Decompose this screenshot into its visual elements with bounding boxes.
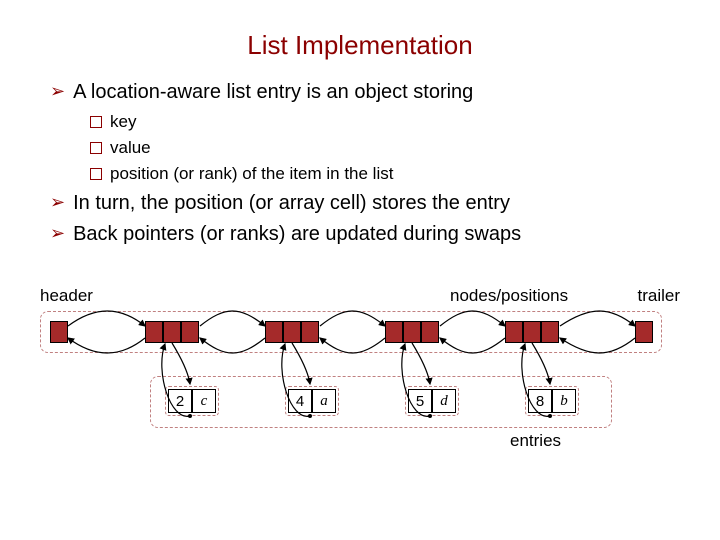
entry-val: b: [552, 389, 576, 413]
arrow-icon: ➢: [50, 81, 65, 102]
node-cell: [505, 321, 523, 343]
nodes-label: nodes/positions: [450, 286, 568, 306]
node-cell: [523, 321, 541, 343]
bullet-list: ➢ A location-aware list entry is an obje…: [50, 81, 680, 246]
entry-box: 8 b: [525, 386, 579, 416]
bullet-item: ➢ A location-aware list entry is an obje…: [50, 81, 680, 104]
entry-val: d: [432, 389, 456, 413]
diagram: header trailer nodes/positions entries 2…: [40, 271, 680, 471]
entry-key: 5: [408, 389, 432, 413]
entries-label: entries: [510, 431, 561, 451]
node-cell: [163, 321, 181, 343]
bullet-item: ➢ In turn, the position (or array cell) …: [50, 192, 680, 215]
square-icon: [90, 142, 102, 154]
node-cell: [635, 321, 653, 343]
node-cell: [181, 321, 199, 343]
entry-val: c: [192, 389, 216, 413]
sub-bullet: position (or rank) of the item in the li…: [90, 164, 680, 184]
square-icon: [90, 168, 102, 180]
node-cell: [265, 321, 283, 343]
entry-key: 8: [528, 389, 552, 413]
entry-key: 2: [168, 389, 192, 413]
sub-bullet-text: key: [110, 112, 136, 132]
square-icon: [90, 116, 102, 128]
trailer-node: [635, 321, 653, 343]
entry-val: a: [312, 389, 336, 413]
node-cell: [421, 321, 439, 343]
entry-box: 2 c: [165, 386, 219, 416]
list-node: [505, 321, 559, 343]
bullet-item: ➢ Back pointers (or ranks) are updated d…: [50, 223, 680, 246]
entry-box: 5 d: [405, 386, 459, 416]
header-node: [50, 321, 68, 343]
arrow-icon: ➢: [50, 223, 65, 244]
list-node: [145, 321, 199, 343]
nodes-container: [40, 311, 662, 353]
node-cell: [145, 321, 163, 343]
node-cell: [403, 321, 421, 343]
node-cell: [385, 321, 403, 343]
entry-box: 4 a: [285, 386, 339, 416]
node-cell: [541, 321, 559, 343]
sub-bullet: key: [90, 112, 680, 132]
bullet-text: Back pointers (or ranks) are updated dur…: [73, 223, 521, 246]
list-node: [265, 321, 319, 343]
sub-bullet-text: value: [110, 138, 151, 158]
node-cell: [301, 321, 319, 343]
node-cell: [50, 321, 68, 343]
arrow-icon: ➢: [50, 192, 65, 213]
arrows-svg: [40, 271, 680, 471]
entry-key: 4: [288, 389, 312, 413]
node-cell: [283, 321, 301, 343]
sub-bullet-text: position (or rank) of the item in the li…: [110, 164, 393, 184]
page-title: List Implementation: [40, 30, 680, 61]
trailer-label: trailer: [637, 286, 680, 306]
sub-bullet: value: [90, 138, 680, 158]
bullet-text: In turn, the position (or array cell) st…: [73, 192, 510, 215]
header-label: header: [40, 286, 93, 306]
bullet-text: A location-aware list entry is an object…: [73, 81, 473, 104]
list-node: [385, 321, 439, 343]
